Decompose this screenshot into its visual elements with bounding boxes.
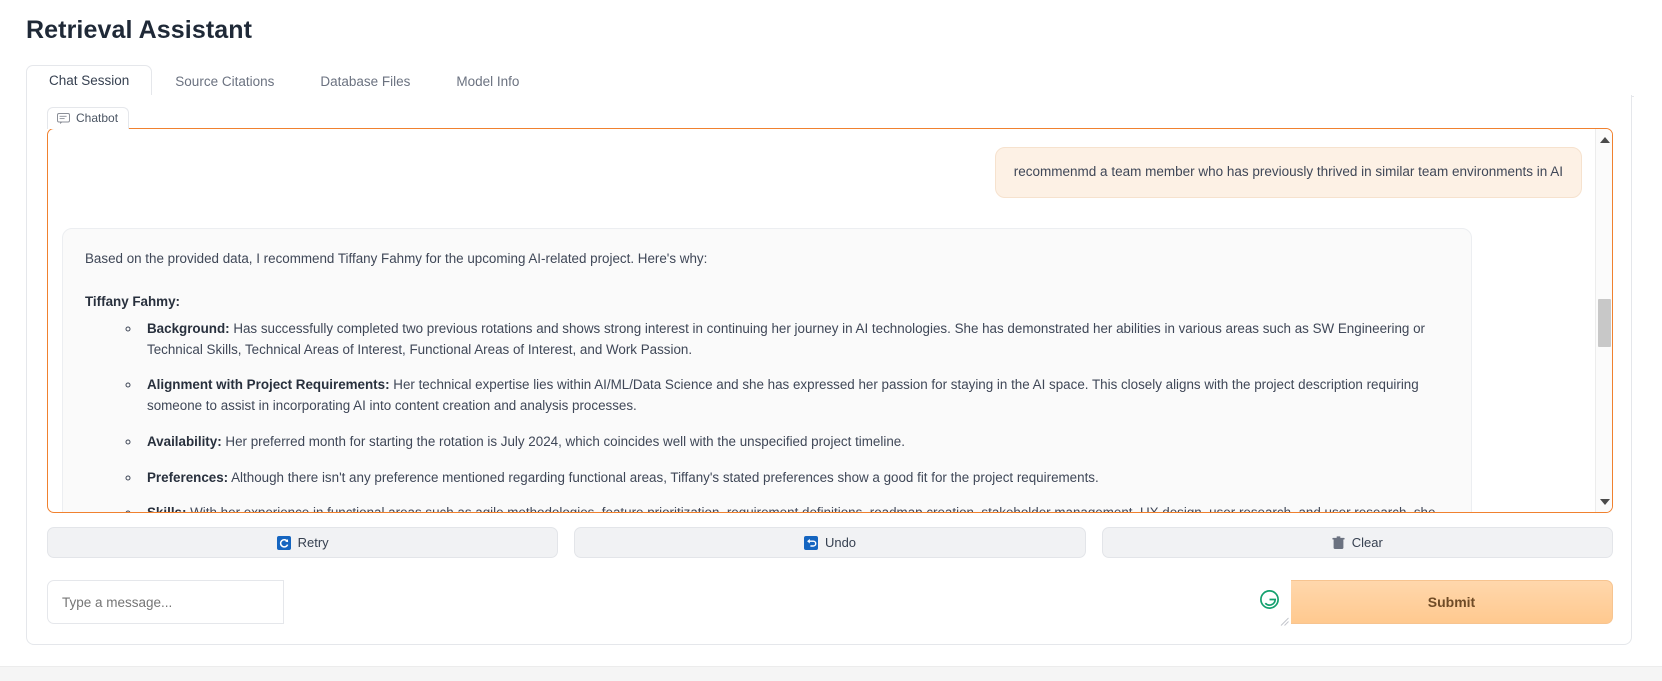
reason-label: Alignment with Project Requirements: — [147, 377, 390, 393]
user-message-bubble: recommenmd a team member who has previou… — [994, 147, 1582, 199]
bot-message-row: Based on the provided data, I recommend … — [62, 228, 1582, 512]
list-item: Alignment with Project Requirements: Her… — [141, 375, 1449, 417]
submit-button[interactable]: Submit — [1291, 580, 1613, 624]
retry-icon — [276, 535, 291, 550]
chatbot-component-label: Chatbot — [47, 107, 130, 129]
clear-button[interactable]: Clear — [1101, 527, 1613, 558]
message-composer: Submit — [47, 580, 1613, 626]
reason-text: Has successfully completed two previous … — [147, 320, 1425, 357]
textarea-resize-handle[interactable] — [1280, 613, 1289, 626]
scroll-up-icon[interactable] — [1596, 131, 1612, 148]
reason-text: Although there isn't any preference ment… — [228, 469, 1099, 485]
tab-source-citations[interactable]: Source Citations — [152, 66, 297, 98]
list-item: Preferences: Although there isn't any pr… — [141, 468, 1449, 489]
retry-button-label: Retry — [297, 535, 329, 550]
chat-session-panel: Chatbot recommenmd a team member who has… — [26, 95, 1632, 645]
tab-strip: Chat Session Source Citations Database F… — [26, 64, 1634, 97]
reason-label: Availability: — [147, 433, 222, 449]
undo-icon — [803, 535, 818, 550]
list-item: Skills: With her experience in functiona… — [141, 503, 1449, 512]
tab-model-info[interactable]: Model Info — [433, 66, 542, 98]
tab-database-files[interactable]: Database Files — [297, 66, 433, 98]
reason-label: Background: — [147, 320, 230, 336]
chat-history: recommenmd a team member who has previou… — [47, 128, 1613, 513]
scroll-down-icon[interactable] — [1596, 493, 1612, 510]
scrollbar-thumb[interactable] — [1598, 299, 1611, 347]
chatbot-label-text: Chatbot — [76, 111, 119, 125]
grammarly-icon[interactable] — [1260, 590, 1279, 609]
reason-text: With her experience in functional areas … — [147, 505, 1435, 512]
user-message-row: recommenmd a team member who has previou… — [62, 147, 1582, 199]
undo-button-label: Undo — [824, 535, 857, 550]
message-input-wrapper — [47, 580, 1291, 626]
chat-window-icon — [57, 112, 70, 124]
bot-reason-list: Background: Has successfully completed t… — [85, 319, 1449, 512]
bot-candidate-name: Tiffany Fahmy: — [85, 294, 180, 310]
retry-button[interactable]: Retry — [47, 527, 559, 558]
bot-intro-text: Based on the provided data, I recommend … — [85, 251, 708, 267]
bottom-strip — [0, 666, 1662, 681]
undo-button[interactable]: Undo — [574, 527, 1086, 558]
tabs-container: Chat Session Source Citations Database F… — [26, 64, 1634, 97]
chat-action-buttons: Retry Undo Clear — [47, 527, 1613, 558]
reason-label: Skills: — [147, 505, 186, 512]
app-root: Retrieval Assistant Chat Session Source … — [0, 0, 1662, 681]
list-item: Background: Has successfully completed t… — [141, 319, 1449, 361]
list-item: Availability: Her preferred month for st… — [141, 432, 1449, 453]
tab-chat-session[interactable]: Chat Session — [26, 64, 153, 97]
chat-scroll-area: recommenmd a team member who has previou… — [48, 129, 1596, 512]
message-input[interactable] — [47, 580, 284, 624]
clear-button-label: Clear — [1351, 535, 1383, 550]
chat-scrollbar[interactable] — [1595, 129, 1612, 512]
bot-message-bubble: Based on the provided data, I recommend … — [62, 228, 1472, 512]
page-title: Retrieval Assistant — [26, 16, 253, 44]
reason-label: Preferences: — [147, 469, 229, 485]
reason-text: Her preferred month for starting the rot… — [221, 433, 905, 449]
trash-icon — [1332, 535, 1345, 550]
